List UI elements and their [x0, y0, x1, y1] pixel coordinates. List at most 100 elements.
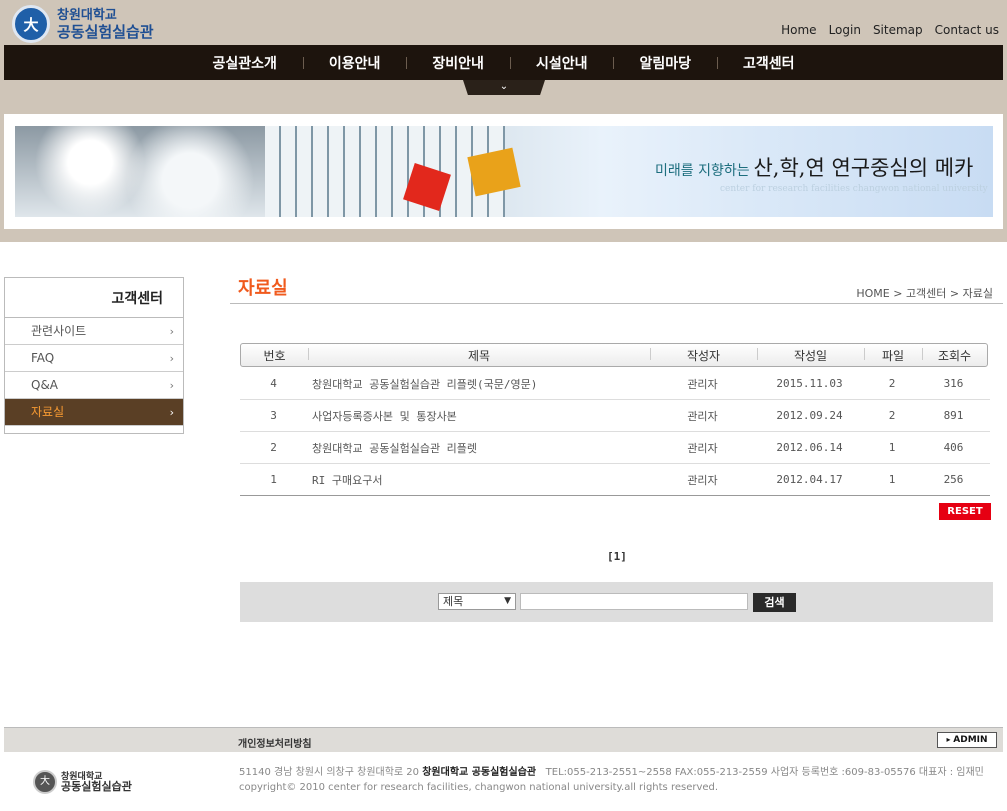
- table-row: 4 창원대학교 공동실험실습관 리플렛(국문/영문) 관리자 2015.11.0…: [240, 368, 990, 400]
- nav-item-usage[interactable]: 이용안내: [302, 53, 407, 73]
- main-navigation: 공실관소개 이용안내 장비안내 시설안내 알림마당 고객센터: [4, 45, 1003, 80]
- orange-cube-graphic: [467, 147, 521, 197]
- page-title: 자료실: [238, 278, 288, 299]
- row-no: 3: [270, 409, 277, 422]
- breadcrumb: HOME > 고객센터 > 자료실: [856, 287, 993, 300]
- banner-slogan: 미래를 지향하는 산,학,연 연구중심의 메카 center for resea…: [655, 152, 988, 194]
- footer-logo: 大 창원대학교 공동실험실습관: [33, 770, 132, 794]
- chevron-right-icon: ›: [169, 379, 174, 392]
- row-author: 관리자: [687, 473, 718, 487]
- footer-bar: 개인정보처리방침 ADMIN: [4, 727, 1003, 752]
- row-date: 2012.04.17: [776, 473, 843, 486]
- column-header-views: 조회수: [922, 347, 987, 364]
- footer-org-name: 창원대학교 공동실험실습관: [422, 767, 537, 778]
- row-date: 2015.11.03: [776, 377, 843, 390]
- util-link-login[interactable]: Login: [829, 23, 861, 37]
- chevron-right-icon: ›: [169, 325, 174, 338]
- search-button[interactable]: 검색: [753, 593, 796, 612]
- reset-button[interactable]: RESET: [939, 503, 991, 520]
- table-row: 2 창원대학교 공동실험실습관 리플렛 관리자 2012.06.14 1 406: [240, 432, 990, 464]
- logo-line2: 공동실험실습관: [57, 23, 154, 41]
- row-files: 2: [888, 409, 896, 422]
- row-views: 256: [943, 473, 964, 486]
- util-link-home[interactable]: Home: [781, 23, 816, 37]
- row-title-link[interactable]: 창원대학교 공동실험실습관 리플렛(국문/영문): [307, 376, 649, 392]
- university-emblem-icon: 大: [33, 770, 57, 794]
- row-no: 4: [270, 377, 277, 390]
- title-divider: [230, 303, 1003, 304]
- sidebar-item-qna[interactable]: Q&A ›: [5, 372, 183, 399]
- row-views: 316: [943, 377, 964, 390]
- table-header: 번호 제목 작성자 작성일 파일 조회수: [240, 343, 988, 367]
- sidebar: 고객센터 관련사이트 › FAQ › Q&A › 자료실 ›: [4, 277, 184, 434]
- footer-logo-text: 창원대학교 공동실험실습관: [61, 772, 132, 792]
- building-image: [265, 126, 505, 217]
- university-emblem-icon: 大: [12, 5, 50, 43]
- sidebar-title: 고객센터: [5, 278, 183, 318]
- logo-text: 창원대학교 공동실험실습관: [57, 8, 154, 40]
- row-views: 406: [943, 441, 964, 454]
- sidebar-item-label: 자료실: [31, 405, 65, 419]
- utility-links: Home Login Sitemap Contact us: [781, 23, 999, 37]
- admin-button[interactable]: ADMIN: [937, 732, 997, 748]
- row-author: 관리자: [687, 409, 718, 423]
- row-files: 1: [888, 473, 896, 486]
- column-header-no: 번호: [263, 348, 286, 363]
- slogan-prefix: 미래를 지향하는: [655, 163, 750, 179]
- row-author: 관리자: [687, 441, 718, 455]
- row-files: 1: [888, 441, 896, 454]
- footer-info: 51140 경남 창원시 의창구 창원대학로 20 창원대학교 공동실험실습관 …: [239, 765, 984, 795]
- table-row: 1 RI 구매요구서 관리자 2012.04.17 1 256: [240, 464, 990, 496]
- slogan-sub: center for research facilities changwon …: [720, 184, 988, 194]
- nav-expand-toggle[interactable]: ⌄: [463, 80, 545, 95]
- logo-line1: 창원대학교: [57, 8, 117, 23]
- slogan-main: 산,학,연 연구중심의 메카: [753, 156, 974, 180]
- sidebar-item-related-sites[interactable]: 관련사이트 ›: [5, 318, 183, 345]
- banner-frame: 미래를 지향하는 산,학,연 연구중심의 메카 center for resea…: [4, 114, 1003, 229]
- util-link-sitemap[interactable]: Sitemap: [873, 23, 923, 37]
- privacy-policy-link[interactable]: 개인정보처리방침: [238, 735, 312, 750]
- nav-item-notice[interactable]: 알림마당: [613, 53, 717, 73]
- search-bar: 제목 ▼ 검색: [240, 582, 993, 622]
- footer-address: 51140 경남 창원시 의창구 창원대학로 20 창원대학교 공동실험실습관 …: [239, 765, 984, 780]
- row-files: 2: [888, 377, 896, 390]
- sidebar-item-faq[interactable]: FAQ ›: [5, 345, 183, 372]
- row-date: 2012.09.24: [776, 409, 843, 422]
- nav-item-equipment[interactable]: 장비안내: [406, 53, 510, 73]
- sidebar-item-label: Q&A: [31, 378, 59, 392]
- chevron-down-icon: ⌄: [499, 81, 509, 92]
- site-logo[interactable]: 大 창원대학교 공동실험실습관: [12, 5, 154, 43]
- search-input[interactable]: [520, 593, 748, 610]
- table-row: 3 사업자등록증사본 및 통장사본 관리자 2012.09.24 2 891: [240, 400, 990, 432]
- sidebar-item-label: 관련사이트: [31, 324, 87, 338]
- row-no: 1: [270, 473, 277, 486]
- footer-contact-text: TEL:055-213-2551~2558 FAX:055-213-2559 사…: [545, 767, 984, 778]
- footer-address-text: 51140 경남 창원시 의창구 창원대학로 20: [239, 767, 420, 778]
- row-views: 891: [943, 409, 964, 422]
- column-header-date: 작성일: [757, 347, 864, 364]
- row-title-link[interactable]: 창원대학교 공동실험실습관 리플렛: [307, 440, 649, 456]
- snowy-trees-image: [15, 126, 265, 217]
- nav-item-about[interactable]: 공실관소개: [186, 53, 302, 73]
- footer-logo-line2: 공동실험실습관: [61, 780, 132, 793]
- sidebar-item-label: FAQ: [31, 351, 55, 365]
- nav-item-customer[interactable]: 고객센터: [717, 53, 821, 73]
- nav-item-facilities[interactable]: 시설안내: [509, 53, 614, 73]
- row-author: 관리자: [687, 377, 718, 391]
- header: 大 창원대학교 공동실험실습관 Home Login Sitemap Conta…: [0, 0, 1007, 242]
- main-banner: 미래를 지향하는 산,학,연 연구중심의 메카 center for resea…: [15, 126, 993, 217]
- sidebar-item-archive[interactable]: 자료실 ›: [5, 399, 183, 426]
- search-select-value: 제목: [443, 595, 464, 608]
- row-no: 2: [270, 441, 277, 454]
- footer-copyright: copyright© 2010 center for research faci…: [239, 782, 719, 793]
- board-list: 4 창원대학교 공동실험실습관 리플렛(국문/영문) 관리자 2015.11.0…: [240, 368, 990, 496]
- util-link-contact[interactable]: Contact us: [935, 23, 999, 37]
- row-title-link[interactable]: 사업자등록증사본 및 통장사본: [307, 408, 649, 424]
- search-field-select[interactable]: 제목 ▼: [438, 593, 516, 610]
- row-title-link[interactable]: RI 구매요구서: [307, 472, 649, 488]
- column-header-files: 파일: [864, 347, 922, 364]
- pagination-current-page[interactable]: [1]: [607, 550, 627, 563]
- row-date: 2012.06.14: [776, 441, 843, 454]
- column-header-author: 작성자: [650, 347, 757, 364]
- chevron-right-icon: ›: [169, 406, 174, 419]
